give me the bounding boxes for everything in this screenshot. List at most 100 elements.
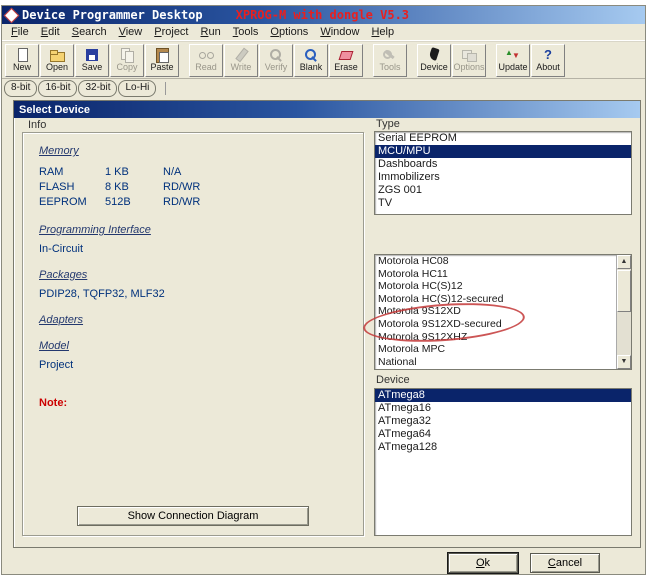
programming-interface-value: In-Circuit [39, 243, 347, 255]
write-icon [233, 48, 249, 62]
ok-button[interactable]: Ok [448, 553, 518, 573]
list-item-9s12xhz[interactable]: Motorola 9S12XHZ [375, 331, 631, 344]
menu-help[interactable]: Help [365, 25, 400, 39]
adapters-header: Adapters [39, 314, 347, 326]
menu-options[interactable]: Options [264, 25, 314, 39]
memory-name: RAM [39, 165, 105, 180]
copy-button: Copy [110, 44, 144, 77]
type-label: Type [376, 118, 400, 130]
list-item-9s12xd-secured[interactable]: Motorola 9S12XD-secured [375, 318, 631, 331]
list-item-hc11[interactable]: Motorola HC11 [375, 268, 631, 281]
memory-access: RD/WR [163, 180, 200, 195]
scrollbar-thumb[interactable] [617, 270, 631, 312]
tab-lohi[interactable]: Lo-Hi [118, 80, 156, 97]
button-label: Erase [334, 63, 358, 72]
open-folder-icon [49, 48, 65, 62]
list-item-atmega64[interactable]: ATmega64 [375, 428, 631, 441]
list-item-tv[interactable]: TV [375, 197, 631, 210]
list-item-atmega16[interactable]: ATmega16 [375, 402, 631, 415]
info-groupbox: Memory RAM 1 KB N/A FLASH 8 KB RD/WR [22, 132, 364, 536]
memory-size: 8 KB [105, 180, 163, 195]
erase-button[interactable]: Erase [329, 44, 363, 77]
list-item-dashboards[interactable]: Dashboards [375, 158, 631, 171]
app-icon [4, 7, 20, 23]
bit-width-tabs: 8-bit 16-bit 32-bit Lo-Hi [2, 79, 645, 97]
dialog-body: Info Memory RAM 1 KB N/A FLASH 8 KB RD/W [14, 118, 640, 548]
model-header: Model [39, 340, 347, 352]
about-button[interactable]: About [531, 44, 565, 77]
tools-button: Tools [373, 44, 407, 77]
memory-access: RD/WR [163, 195, 200, 210]
menu-window[interactable]: Window [314, 25, 365, 39]
menu-search[interactable]: Search [66, 25, 113, 39]
list-item-zgs-001[interactable]: ZGS 001 [375, 184, 631, 197]
update-button[interactable]: Update [496, 44, 530, 77]
device-icon [426, 48, 442, 62]
menu-tools[interactable]: Tools [227, 25, 265, 39]
list-item-atmega8[interactable]: ATmega8 [375, 389, 631, 402]
device-button[interactable]: Device [417, 44, 451, 77]
packages-value: PDIP28, TQFP32, MLF32 [39, 288, 347, 300]
about-icon [540, 48, 556, 62]
list-item-hc08[interactable]: Motorola HC08 [375, 255, 631, 268]
table-row: FLASH 8 KB RD/WR [39, 180, 200, 195]
menu-view[interactable]: View [113, 25, 149, 39]
memory-name: FLASH [39, 180, 105, 195]
list-item-mpc[interactable]: Motorola MPC [375, 343, 631, 356]
list-item-9s12xd[interactable]: Motorola 9S12XD [375, 305, 631, 318]
scroll-up-icon[interactable] [617, 255, 631, 269]
paste-icon [154, 48, 170, 62]
list-item-hcs12[interactable]: Motorola HC(S)12 [375, 280, 631, 293]
programming-interface-header: Programming Interface [39, 224, 347, 236]
verify-button: Verify [259, 44, 293, 77]
dialog-title-bar: Select Device [14, 101, 640, 118]
memory-size: 512B [105, 195, 163, 210]
list-item-atmega32[interactable]: ATmega32 [375, 415, 631, 428]
scroll-down-icon[interactable] [617, 355, 631, 369]
paste-button[interactable]: Paste [145, 44, 179, 77]
read-button: Read [189, 44, 223, 77]
memory-name: EEPROM [39, 195, 105, 210]
blank-check-icon [303, 48, 319, 62]
list-item-mcu-mpu[interactable]: MCU/MPU [375, 145, 631, 158]
save-floppy-icon [84, 48, 100, 62]
button-label: Verify [265, 63, 288, 72]
app-window: Device Programmer Desktop XPROG-M with d… [1, 5, 646, 575]
menu-edit[interactable]: Edit [35, 25, 66, 39]
list-item-atmega128[interactable]: ATmega128 [375, 441, 631, 454]
update-icon [505, 48, 521, 62]
list-item-serial-eeprom[interactable]: Serial EEPROM [375, 132, 631, 145]
list-item-hcs12-secured[interactable]: Motorola HC(S)12-secured [375, 293, 631, 306]
info-label: Info [28, 119, 46, 131]
cancel-button-label: Cancel [531, 557, 599, 569]
verify-icon [268, 48, 284, 62]
window-subtitle: XPROG-M with dongle V5.3 [236, 8, 409, 22]
button-label: Blank [300, 63, 323, 72]
blank-button[interactable]: Blank [294, 44, 328, 77]
table-row: RAM 1 KB N/A [39, 165, 200, 180]
menu-file[interactable]: File [5, 25, 35, 39]
button-label: Options [453, 63, 484, 72]
tab-32bit[interactable]: 32-bit [78, 80, 117, 97]
save-button[interactable]: Save [75, 44, 109, 77]
window-title: Device Programmer Desktop [22, 8, 203, 22]
list-item-national[interactable]: National [375, 356, 631, 369]
tab-16bit[interactable]: 16-bit [38, 80, 77, 97]
read-icon [198, 48, 214, 62]
tab-8bit[interactable]: 8-bit [4, 80, 37, 97]
tab-separator [165, 82, 166, 95]
options-icon [461, 48, 477, 62]
cancel-button[interactable]: Cancel [530, 553, 600, 573]
open-button[interactable]: Open [40, 44, 74, 77]
list-item-immobilizers[interactable]: Immobilizers [375, 171, 631, 184]
options-button: Options [452, 44, 486, 77]
new-button[interactable]: New [5, 44, 39, 77]
new-page-icon [14, 48, 30, 62]
family-scrollbar[interactable] [616, 255, 631, 369]
menu-bar: File Edit Search View Project Run Tools … [2, 24, 645, 41]
menu-project[interactable]: Project [148, 25, 194, 39]
show-connection-diagram-button[interactable]: Show Connection Diagram [77, 506, 309, 526]
dialog-title: Select Device [19, 104, 90, 116]
erase-icon [338, 48, 354, 62]
menu-run[interactable]: Run [195, 25, 227, 39]
